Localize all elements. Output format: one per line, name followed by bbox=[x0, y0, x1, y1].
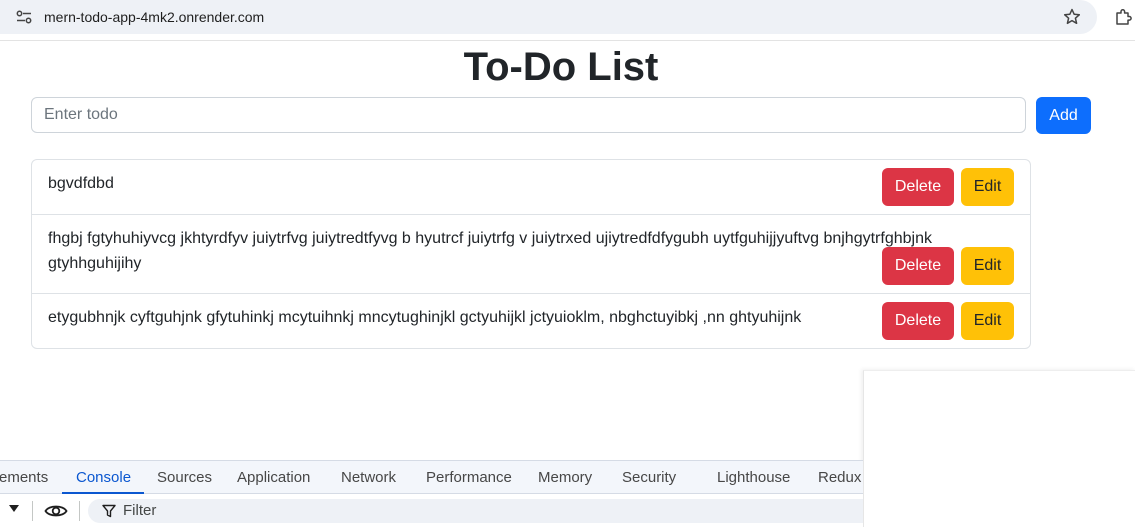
tab-elements[interactable]: ements bbox=[0, 469, 48, 487]
filter-placeholder: Filter bbox=[123, 502, 157, 519]
tab-console[interactable]: Console bbox=[76, 469, 131, 487]
tab-performance[interactable]: Performance bbox=[426, 469, 512, 487]
extensions-icon[interactable] bbox=[1113, 7, 1133, 27]
todo-text: bgvdfdbd bbox=[48, 175, 114, 192]
eye-icon[interactable] bbox=[44, 502, 68, 520]
todo-list: bgvdfdbd Delete Edit fhgbj fgtyhuhiyvcg … bbox=[31, 159, 1031, 349]
tab-network[interactable]: Network bbox=[341, 469, 396, 487]
todo-text: fhgbj fgtyhuhiyvcg jkhtyrdfyv juiytrfvg … bbox=[48, 230, 932, 272]
caret-down-icon[interactable] bbox=[9, 505, 19, 513]
tab-security[interactable]: Security bbox=[622, 469, 676, 487]
tab-memory[interactable]: Memory bbox=[538, 469, 592, 487]
site-settings-icon[interactable] bbox=[16, 10, 32, 24]
devtools-tab-bar: ements Console Sources Application Netwo… bbox=[0, 460, 863, 494]
browser-url-bar: mern-todo-app-4mk2.onrender.com bbox=[0, 0, 1135, 41]
bookmark-star-icon[interactable] bbox=[1062, 7, 1082, 27]
delete-button[interactable]: Delete bbox=[882, 247, 954, 285]
todo-item: fhgbj fgtyhuhiyvcg jkhtyrdfyv juiytrfvg … bbox=[32, 215, 1030, 294]
toolbar-divider bbox=[79, 501, 80, 521]
tab-sources[interactable]: Sources bbox=[157, 469, 212, 487]
delete-button[interactable]: Delete bbox=[882, 168, 954, 206]
edit-button[interactable]: Edit bbox=[961, 168, 1014, 206]
url-text[interactable]: mern-todo-app-4mk2.onrender.com bbox=[44, 9, 264, 25]
todo-text: etygubhnjk cyftguhjnk gfytuhinkj mcytuih… bbox=[48, 309, 802, 326]
page-title: To-Do List bbox=[463, 45, 659, 89]
tab-application[interactable]: Application bbox=[237, 469, 310, 487]
tab-redux[interactable]: Redux bbox=[818, 469, 861, 487]
side-panel bbox=[863, 370, 1135, 527]
console-toolbar: Filter bbox=[0, 494, 863, 527]
filter-icon bbox=[102, 504, 116, 518]
delete-button[interactable]: Delete bbox=[882, 302, 954, 340]
address-bar[interactable]: mern-todo-app-4mk2.onrender.com bbox=[0, 0, 1097, 34]
add-button[interactable]: Add bbox=[1036, 97, 1091, 134]
toolbar-divider bbox=[32, 501, 33, 521]
tab-lighthouse[interactable]: Lighthouse bbox=[717, 469, 790, 487]
edit-button[interactable]: Edit bbox=[961, 247, 1014, 285]
todo-input[interactable] bbox=[31, 97, 1026, 133]
edit-button[interactable]: Edit bbox=[961, 302, 1014, 340]
todo-item: bgvdfdbd Delete Edit bbox=[32, 160, 1030, 215]
todo-item: etygubhnjk cyftguhjnk gfytuhinkj mcytuih… bbox=[32, 294, 1030, 348]
console-filter-input[interactable]: Filter bbox=[88, 499, 863, 523]
devtools-panel: ements Console Sources Application Netwo… bbox=[0, 460, 863, 527]
